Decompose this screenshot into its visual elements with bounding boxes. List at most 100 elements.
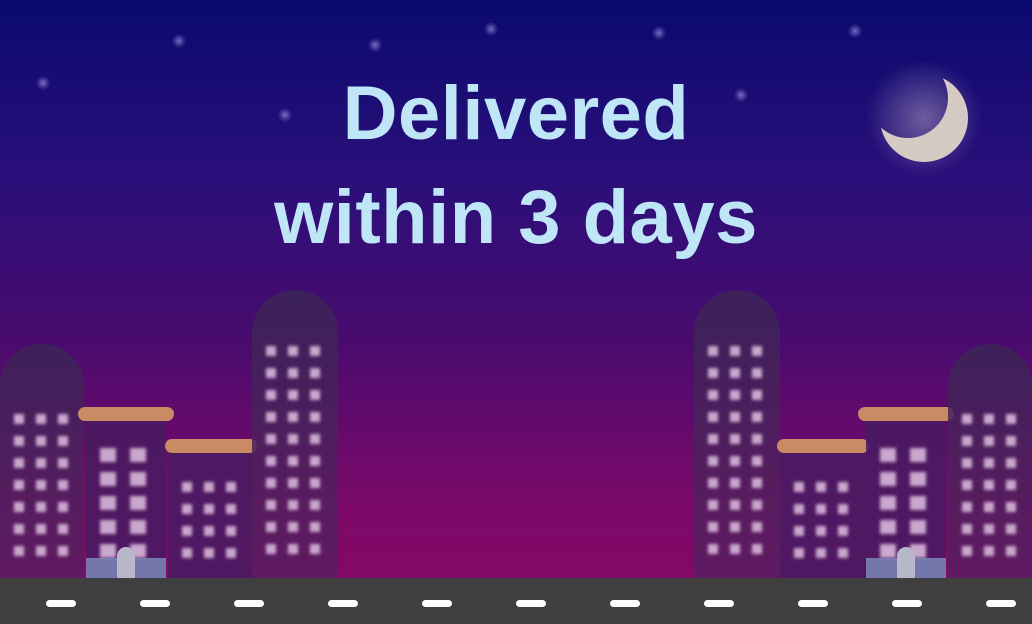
building-window [838,482,848,492]
roof-trim [78,407,174,421]
road-marking [140,600,170,607]
building-window [204,526,214,536]
building-window [880,496,896,510]
night-city-banner: Delivered within 3 days [0,0,1032,624]
building-window [752,478,762,488]
road-marking [234,600,264,607]
building-window [288,500,298,510]
building-window [816,482,826,492]
building-window [962,546,972,556]
door [897,547,915,580]
building-window [58,524,68,534]
roof-trim [777,439,869,453]
building-window [100,544,116,558]
building-window [310,368,320,378]
building-window [962,458,972,468]
building-window [730,522,740,532]
building-window [58,480,68,490]
building-window [14,502,24,512]
building-window [794,482,804,492]
building-window [730,346,740,356]
road-marking [422,600,452,607]
building-window [962,502,972,512]
building-window [816,548,826,558]
building-window [14,480,24,490]
building-window [752,500,762,510]
building-window [708,390,718,400]
building-window [984,414,994,424]
building-window [288,522,298,532]
building-window [794,526,804,536]
building-window [226,548,236,558]
building-window [730,390,740,400]
building-window [36,502,46,512]
building-window [962,414,972,424]
building-window [708,434,718,444]
building-window [838,548,848,558]
building-window [752,412,762,422]
building-window [36,436,46,446]
building-window [182,482,192,492]
building-window [100,472,116,486]
building-window [36,546,46,556]
building-window [266,456,276,466]
building-window [1006,480,1016,490]
building-window [288,434,298,444]
building-window [310,434,320,444]
building-window [708,500,718,510]
building-window [984,458,994,468]
building-window [752,434,762,444]
building-window [36,480,46,490]
building-window [880,544,896,558]
building-window [36,414,46,424]
building-window [36,458,46,468]
building-window [130,520,146,534]
road-marking [892,600,922,607]
building-window [708,522,718,532]
building-window [100,448,116,462]
building-window [288,478,298,488]
road-marking [986,600,1016,607]
building-window [984,436,994,446]
building-window [288,390,298,400]
road-marking [798,600,828,607]
building-window [310,522,320,532]
building-window [752,456,762,466]
building-window [730,456,740,466]
road-marking [328,600,358,607]
building-window [310,478,320,488]
door [117,547,135,580]
building-window [310,544,320,554]
road-marking [610,600,640,607]
building-window [266,368,276,378]
building-window [288,456,298,466]
building-window [130,496,146,510]
building-window [730,478,740,488]
building-window [1006,458,1016,468]
building-window [1006,436,1016,446]
building-window [226,482,236,492]
building-window [962,436,972,446]
building-window [226,526,236,536]
building-window [708,346,718,356]
building-window [816,526,826,536]
building-window [266,412,276,422]
building-window [984,546,994,556]
building-window [288,544,298,554]
building-window [266,390,276,400]
building-window [984,502,994,512]
building-window [14,436,24,446]
building-window [752,346,762,356]
building-window [752,390,762,400]
building-window [58,436,68,446]
building-window [730,500,740,510]
building-window [14,524,24,534]
building-window [310,412,320,422]
building-window [730,412,740,422]
building-window [182,548,192,558]
building-window [984,480,994,490]
building-window [14,546,24,556]
building-window [1006,546,1016,556]
building-window [14,458,24,468]
building-window [266,522,276,532]
